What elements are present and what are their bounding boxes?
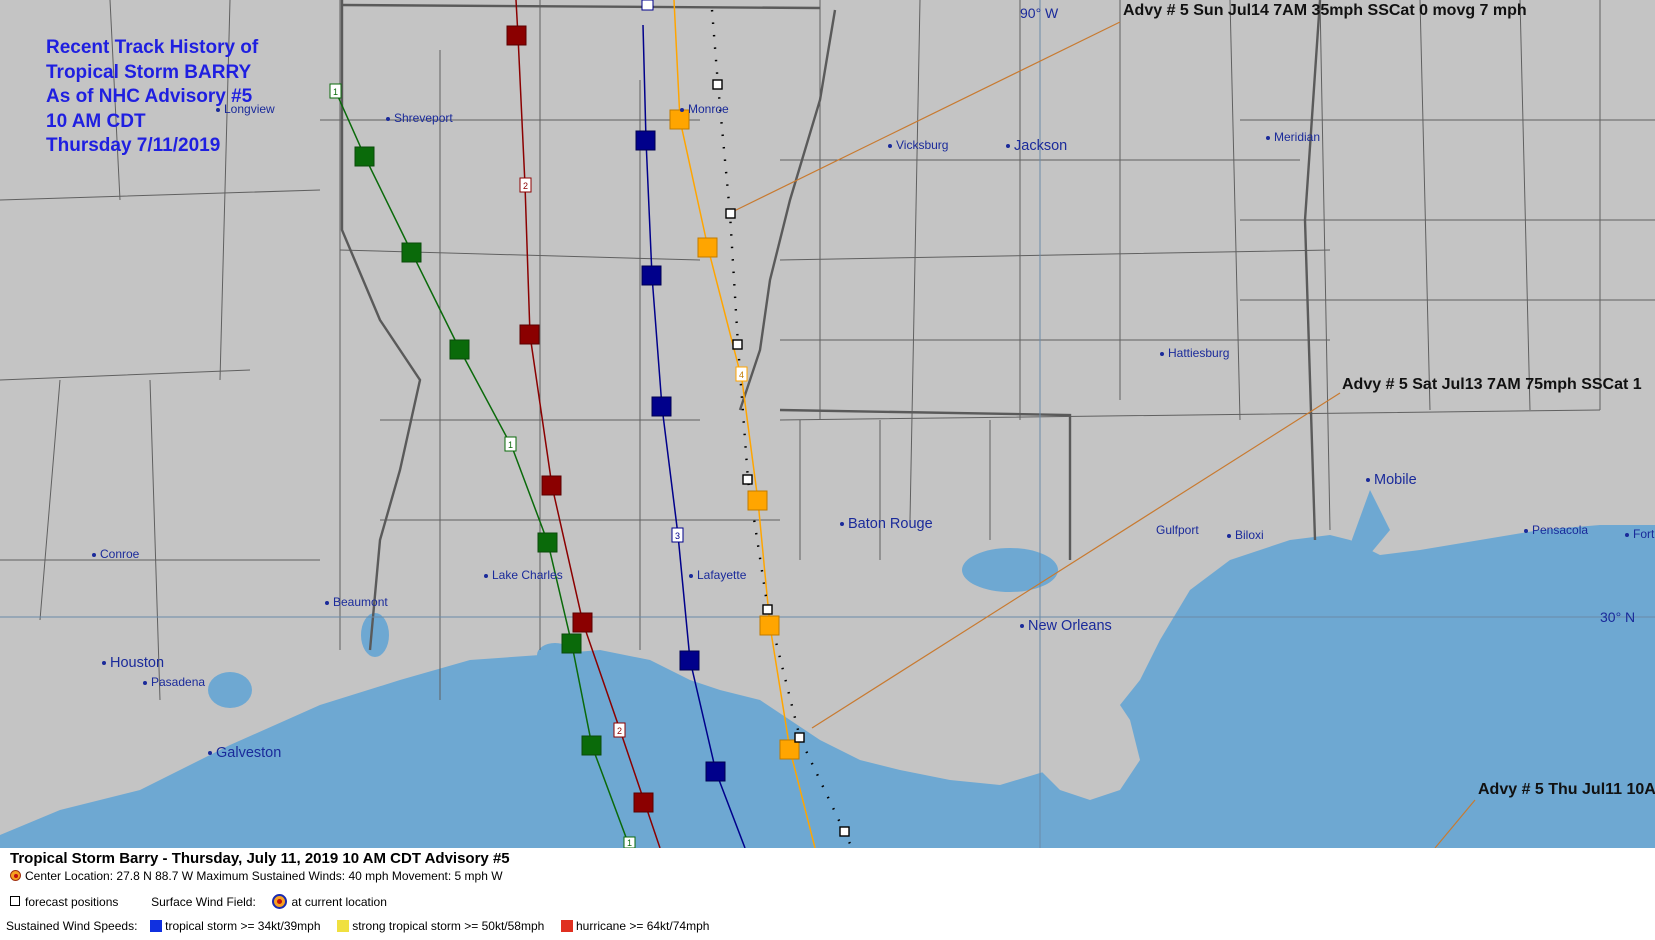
city-dot-icon — [1227, 533, 1231, 538]
track-marker-2b: 2 — [617, 726, 622, 736]
city-biloxi: Biloxi — [1227, 528, 1264, 542]
legend-speeds-row: Sustained Wind Speeds: tropical storm >=… — [6, 919, 709, 933]
speeds-label: Sustained Wind Speeds: — [6, 919, 138, 933]
city-lake-charles: Lake Charles — [484, 568, 563, 582]
ts-label: tropical storm >= 34kt/39mph — [165, 919, 321, 933]
city-meridian: Meridian — [1266, 130, 1320, 144]
title-line-5: Thursday 7/11/2019 — [46, 135, 221, 156]
city-dot-icon — [484, 573, 488, 578]
city-dot-icon — [689, 573, 693, 578]
track-marker-1a: 1 — [333, 87, 338, 97]
advisory-label-sun: Advy # 5 Sun Jul14 7AM 35mph SSCat 0 mov… — [1123, 2, 1527, 19]
legend-panel: Tropical Storm Barry - Thursday, July 11… — [0, 848, 1655, 940]
current-location-label: at current location — [291, 895, 387, 909]
hurricane-swatch — [561, 920, 573, 932]
current-location-icon — [272, 894, 288, 909]
track-marker-2a: 2 — [523, 181, 528, 191]
city-baton-rouge: Baton Rouge — [840, 516, 933, 532]
city-monroe: Monroe — [680, 102, 729, 116]
city-jackson: Jackson — [1006, 138, 1067, 154]
wind-field-label: Surface Wind Field: — [151, 895, 256, 909]
lake-pontchartrain — [962, 548, 1058, 592]
forecast-box-icon — [10, 896, 20, 906]
city-dot-icon — [216, 107, 220, 112]
map-title: Recent Track History of Tropical Storm B… — [46, 36, 258, 159]
advisory-label-sat: Advy # 5 Sat Jul13 7AM 75mph SSCat 1 — [1342, 376, 1642, 393]
city-dot-icon — [143, 680, 147, 685]
city-dot-icon — [208, 751, 212, 756]
city-dot-icon — [888, 143, 892, 148]
city-dot-icon — [102, 661, 106, 666]
city-new-orleans: New Orleans — [1020, 618, 1112, 634]
center-location-icon — [10, 870, 21, 881]
city-dot-icon — [1020, 624, 1024, 629]
city-dot-icon — [1366, 478, 1370, 483]
galveston-bay — [208, 672, 252, 708]
city-hattiesburg: Hattiesburg — [1160, 346, 1229, 360]
track-marker-4: 4 — [739, 370, 744, 380]
city-galveston: Galveston — [208, 745, 281, 761]
strong-tropical-storm-swatch — [337, 920, 350, 932]
latitude-label: 30° N — [1600, 609, 1636, 625]
city-dot-icon — [1006, 144, 1010, 149]
title-line-1: Recent Track History of — [46, 37, 259, 58]
city-pensacola: Pensacola — [1524, 523, 1588, 537]
city-dot-icon — [840, 522, 844, 527]
longitude-label: 90° W — [1020, 5, 1059, 21]
city-fort: Fort — [1625, 527, 1654, 541]
city-dot-icon — [1625, 532, 1629, 537]
city-dot-icon — [1524, 528, 1528, 533]
city-dot-icon — [92, 552, 96, 557]
city-dot-icon — [1266, 135, 1270, 140]
city-longview: Longview — [216, 102, 275, 116]
city-mobile: Mobile — [1366, 472, 1417, 488]
city-shreveport: Shreveport — [386, 111, 453, 125]
advisory-label-thu: Advy # 5 Thu Jul11 10A — [1478, 781, 1655, 798]
sts-label: strong tropical storm >= 50kt/58mph — [352, 919, 545, 933]
city-houston: Houston — [102, 655, 164, 671]
city-vicksburg: Vicksburg — [888, 138, 948, 152]
legend-forecast-row: forecast positions Surface Wind Field: a… — [10, 894, 387, 909]
legend-headline: Tropical Storm Barry - Thursday, July 11… — [10, 850, 510, 867]
city-dot-icon — [386, 116, 390, 121]
track-marker-1b: 1 — [508, 440, 513, 450]
city-dot-icon — [325, 600, 329, 605]
city-dot-icon — [1160, 351, 1164, 356]
city-conroe: Conroe — [92, 547, 139, 561]
title-line-2: Tropical Storm BARRY — [46, 61, 252, 83]
track-marker-1c: 1 — [627, 838, 632, 848]
legend-details: Center Location: 27.8 N 88.7 W Maximum S… — [10, 869, 503, 883]
track-marker-3: 3 — [675, 531, 680, 541]
hurricane-label: hurricane >= 64kt/74mph — [576, 919, 710, 933]
city-dot-icon — [680, 107, 684, 112]
sabine-lake — [361, 613, 389, 657]
city-lafayette: Lafayette — [689, 568, 746, 582]
city-beaumont: Beaumont — [325, 595, 388, 609]
tropical-storm-swatch — [150, 920, 163, 932]
city-pasadena: Pasadena — [143, 675, 205, 689]
city-gulfport: Gulfport — [1156, 523, 1199, 537]
